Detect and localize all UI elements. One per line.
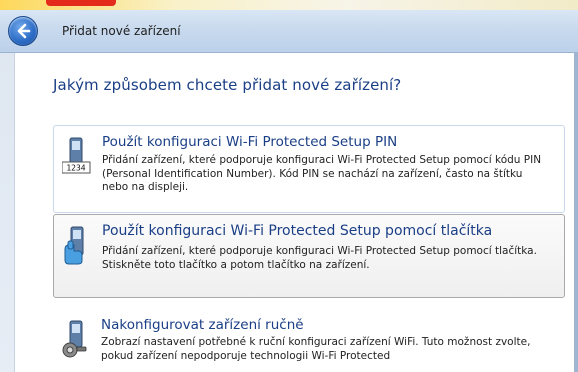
push-button-device-icon [62, 225, 92, 265]
option-push-button[interactable]: Použít konfiguraci Wi-Fi Protected Setup… [53, 214, 565, 298]
content-pane: Jakým způsobem chcete přidat nové zaříze… [14, 53, 575, 372]
manual-config-device-icon [61, 319, 91, 359]
option-title: Použít konfiguraci Wi-Fi Protected Setup… [102, 134, 398, 150]
back-button[interactable] [8, 16, 38, 46]
window-title: Přidat nové zařízení [62, 24, 181, 38]
option-description: Přidání zařízení, které podporuje konfig… [102, 154, 542, 193]
option-title: Použít konfiguraci Wi-Fi Protected Setup… [102, 223, 493, 239]
red-mark [46, 0, 116, 6]
page-heading: Jakým způsobem chcete přidat nové zaříze… [53, 76, 402, 94]
svg-text:1234: 1234 [66, 164, 85, 173]
right-frame [574, 53, 578, 372]
back-arrow-icon [17, 23, 31, 39]
option-title: Nakonfigurovat zařízení ručně [101, 317, 304, 333]
option-pin[interactable]: 1234 Použít konfiguraci Wi-Fi Protected … [53, 125, 565, 213]
window: Přidat nové zařízení Jakým způsobem chce… [0, 0, 578, 372]
option-description: Zobrazí nastavení potřebné k ruční konfi… [101, 336, 531, 362]
left-frame [0, 53, 14, 372]
option-description: Přidání zařízení, které podporuje konfig… [102, 245, 537, 271]
top-strip [0, 0, 578, 10]
pin-code-device-icon: 1234 [61, 136, 92, 176]
option-manual[interactable]: Nakonfigurovat zařízení ručně Zobrazí na… [53, 309, 563, 372]
title-bar: Přidat nové zařízení [0, 10, 578, 53]
